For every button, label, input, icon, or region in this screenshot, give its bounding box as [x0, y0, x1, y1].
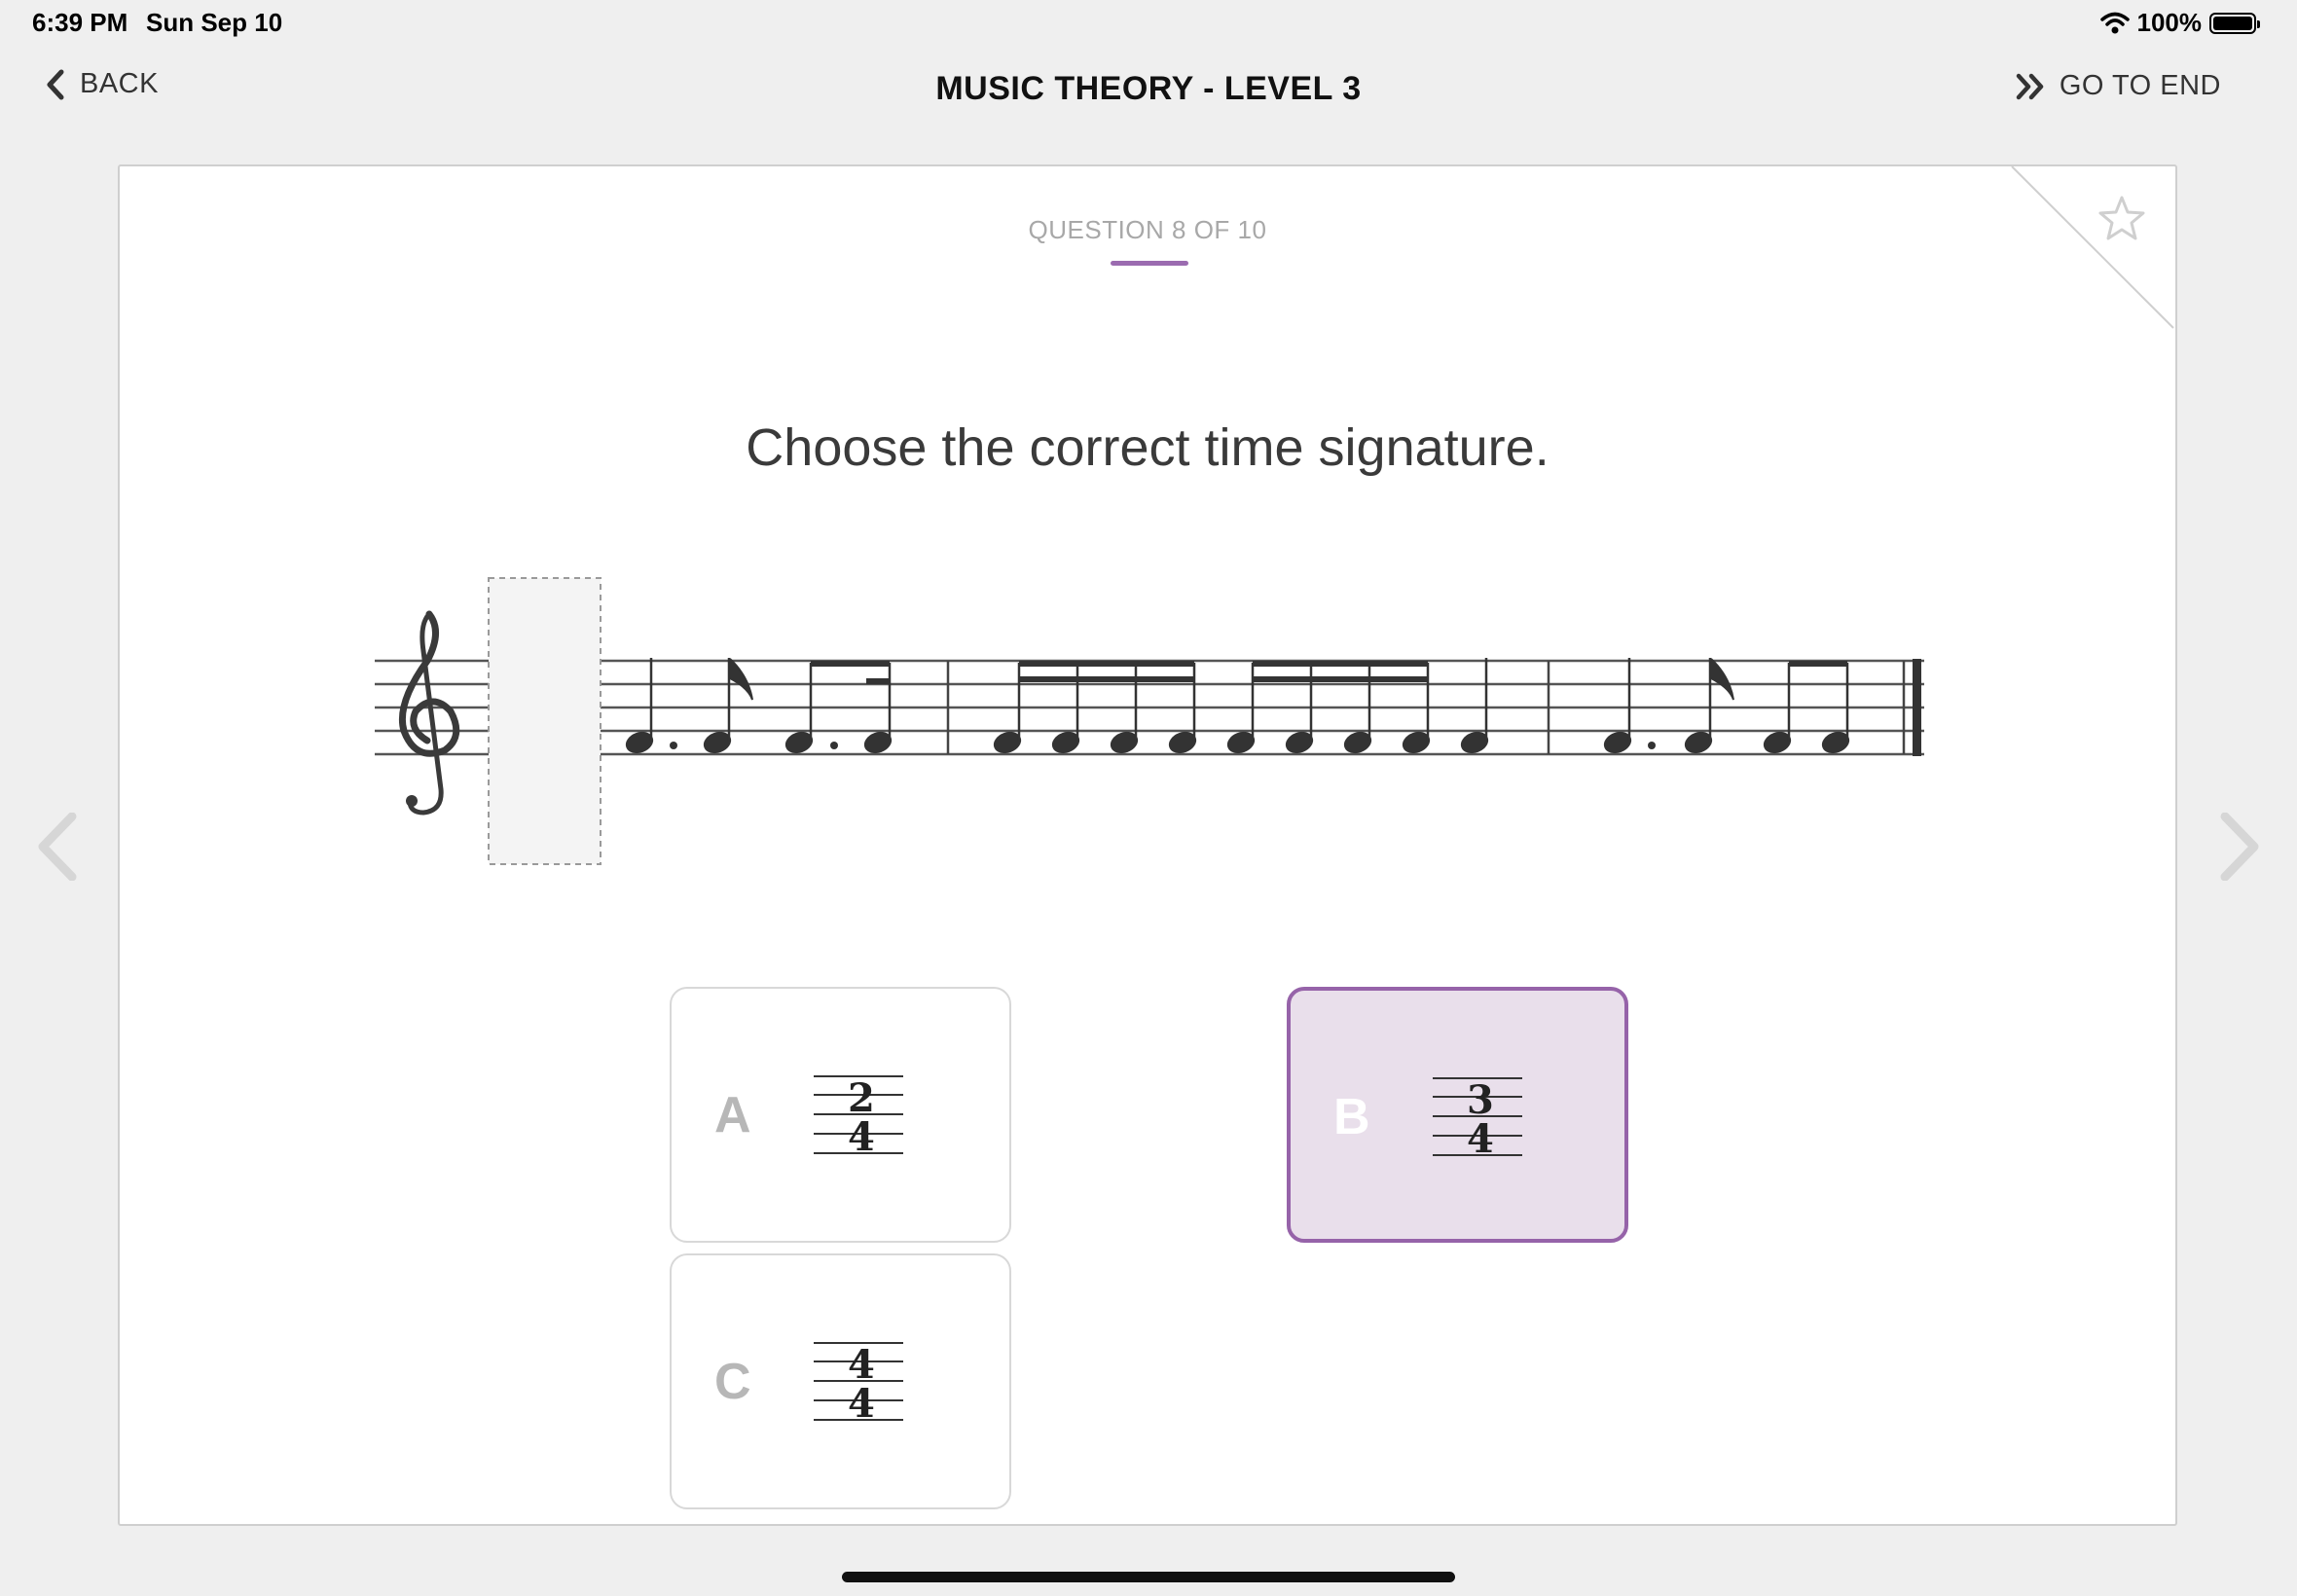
status-right: 100% — [2099, 8, 2260, 38]
status-date: Sun Sep 10 — [146, 8, 283, 37]
nav-bar: BACK MUSIC THEORY - LEVEL 3 GO TO END — [0, 58, 2297, 117]
battery-icon — [2209, 12, 2260, 34]
previous-question-arrow-icon[interactable] — [35, 813, 80, 881]
time-signature-icon: 4 4 — [814, 1342, 903, 1423]
time-signature-bottom: 4 — [848, 1381, 875, 1423]
time-signature-icon: 2 4 — [814, 1075, 903, 1156]
page-title: MUSIC THEORY - LEVEL 3 — [935, 70, 1362, 107]
home-indicator[interactable] — [842, 1572, 1455, 1582]
status-time: 6:39 PM — [32, 8, 128, 37]
battery-percent: 100% — [2136, 8, 2203, 37]
answer-option-b[interactable]: B 3 4 — [1287, 987, 1628, 1243]
status-bar: 6:39 PM Sun Sep 10 100% — [0, 0, 2297, 47]
time-signature-icon: 3 4 — [1433, 1077, 1522, 1158]
answer-letter: B — [1333, 1089, 1370, 1145]
wifi-icon — [2099, 12, 2130, 33]
answer-option-a[interactable]: A 2 4 — [670, 987, 1011, 1243]
answer-letter: A — [714, 1087, 751, 1143]
next-question-arrow-icon[interactable] — [2217, 813, 2262, 881]
music-staff — [375, 577, 1924, 865]
go-to-end-button[interactable]: GO TO END — [2015, 70, 2221, 102]
double-chevron-right-icon — [2016, 73, 2044, 99]
answer-option-c[interactable]: C 4 4 — [670, 1253, 1011, 1509]
treble-clef-icon — [398, 610, 460, 816]
time-signature-bottom: 4 — [848, 1114, 875, 1156]
answer-letter: C — [714, 1354, 751, 1410]
time-signature-bottom: 4 — [1467, 1116, 1494, 1158]
question-card: QUESTION 8 OF 10 Choose the correct time… — [118, 164, 2177, 1526]
time-signature-placeholder[interactable] — [488, 577, 602, 865]
go-to-end-label: GO TO END — [2059, 70, 2221, 101]
